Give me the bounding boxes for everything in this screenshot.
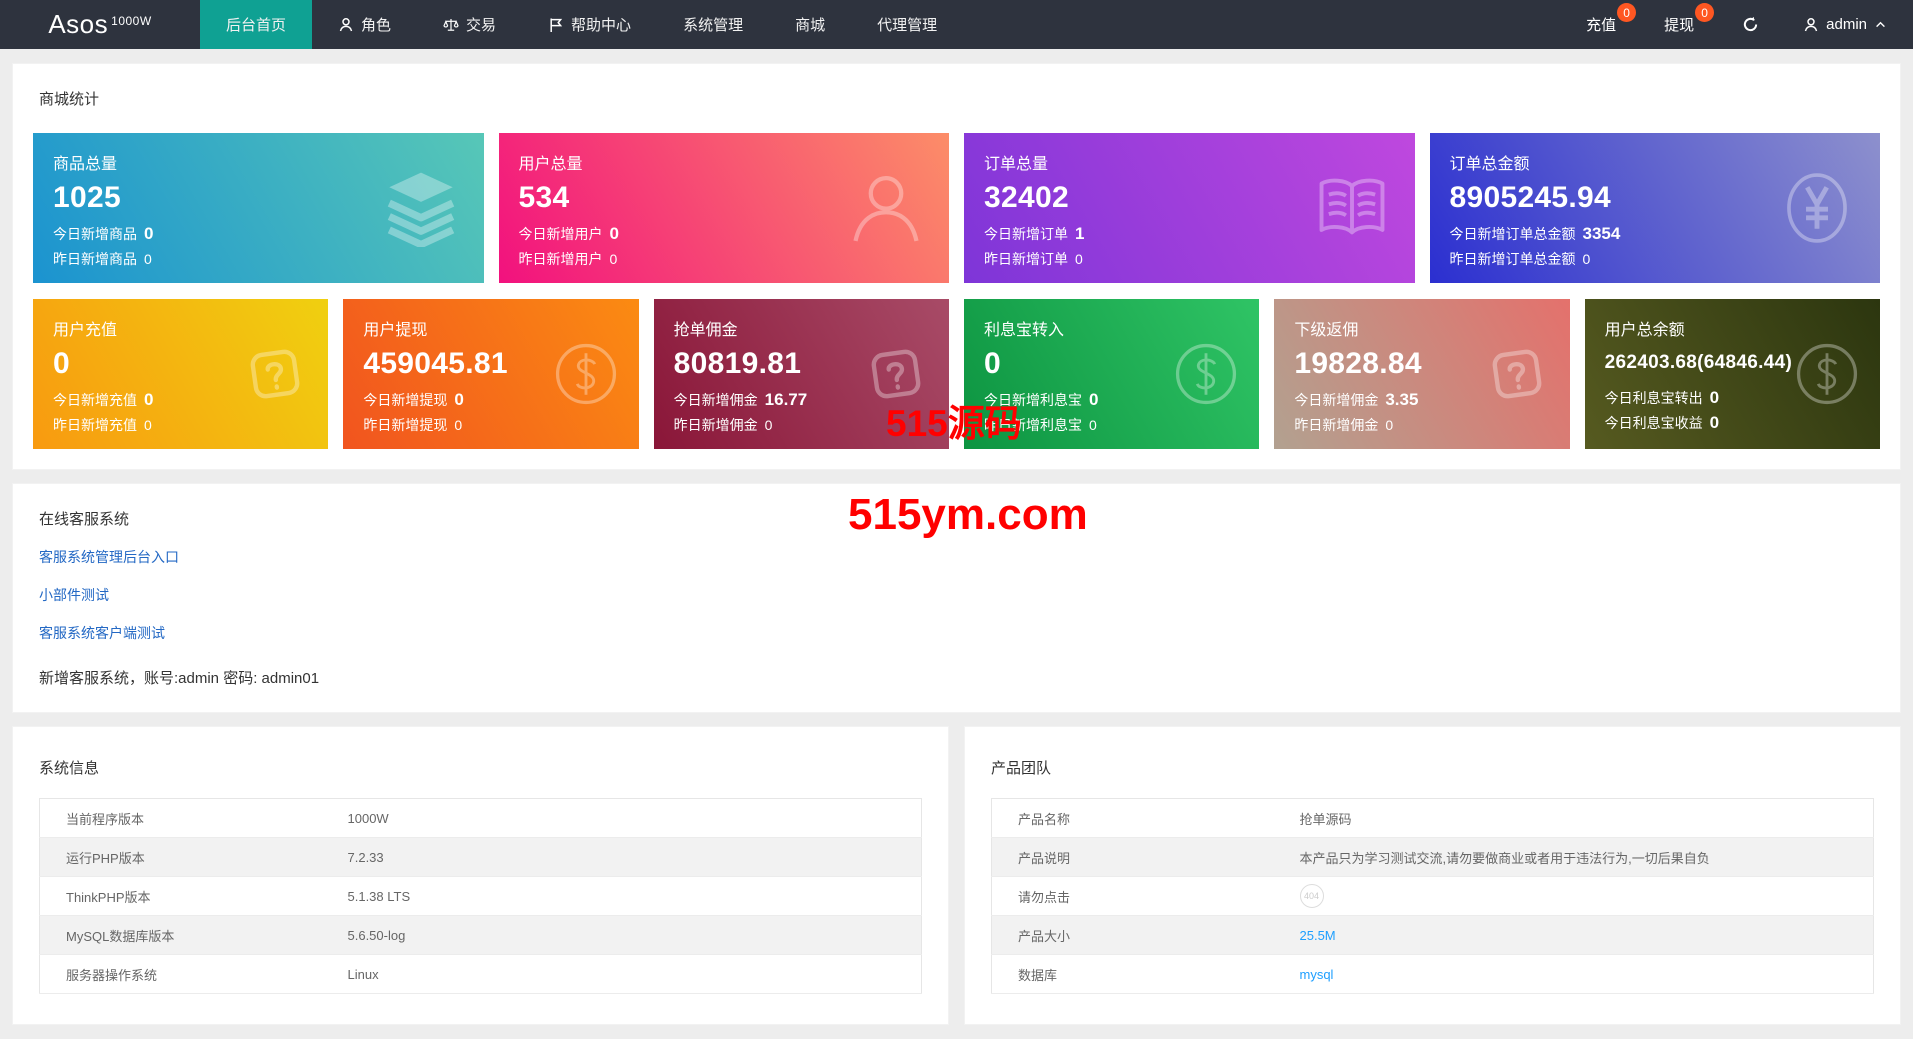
stat-card-user-balance-total: 用户总余额 262403.68(64846.44) 今日利息宝转出0 今日利息宝… [1585,299,1880,449]
table-row: ThinkPHP版本 5.1.38 LTS [40,877,922,916]
app-logo-text: Asos [48,9,108,40]
recharge-badge: 0 [1617,3,1636,22]
main-menu: 后台首页 角色 交易 帮助中心 系统管理 商城 代理管理 [200,0,963,49]
product-team-table: 产品名称 抢单源码 产品说明 本产品只为学习测试交流,请勿要做商业或者用于违法行… [991,798,1874,994]
flag-icon [548,17,564,33]
chevron-up-icon [1874,18,1887,31]
book-icon [1313,169,1391,247]
nav-item-trade[interactable]: 交易 [417,0,522,49]
stat-card-interest-transfer-in: 利息宝转入 0 今日新增利息宝0 昨日新增利息宝0 [964,299,1259,449]
product-team-panel: 产品团队 产品名称 抢单源码 产品说明 本产品只为学习测试交流,请勿要做商业或者… [964,726,1901,1025]
withdraw-button[interactable]: 提现 0 [1640,0,1718,49]
person-icon [1803,17,1819,33]
system-info-panel: 系统信息 当前程序版本 1000W 运行PHP版本 7.2.33 ThinkPH… [12,726,949,1025]
stats-row-1: 商品总量 1025 今日新增商品0 昨日新增商品0 用户总量 534 今日新增用… [33,133,1880,283]
top-navbar: Asos1000W 后台首页 角色 交易 帮助中心 系统管理 商城 代理管理 充… [0,0,1913,49]
refresh-icon [1742,16,1759,33]
nav-item-dashboard[interactable]: 后台首页 [200,0,312,49]
table-row: MySQL数据库版本 5.6.50-log [40,916,922,955]
question-square-icon [240,339,310,409]
nav-item-system-management[interactable]: 系统管理 [657,0,769,49]
layers-icon [382,169,460,247]
table-row: 产品名称 抢单源码 [992,799,1874,838]
navbar-right: 充值 0 提现 0 admin [1562,0,1913,49]
stat-card-orders-total: 订单总量 32402 今日新增订单1 昨日新增订单0 [964,133,1415,283]
system-info-title: 系统信息 [39,757,922,778]
page-content: 商城统计 商品总量 1025 今日新增商品0 昨日新增商品0 用户总量 534 … [0,49,1913,1039]
dollar-circle-icon [551,339,621,409]
service-admin-entry-link[interactable]: 客服系统管理后台入口 [39,547,179,567]
mall-stats-title: 商城统计 [39,88,1880,109]
product-team-title: 产品团队 [991,757,1874,778]
username: admin [1826,16,1867,33]
product-size-link[interactable]: 25.5M [1300,928,1336,943]
service-account-note: 新增客服系统，账号:admin 密码: admin01 [39,667,1874,688]
app-logo-version: 1000W [111,14,152,28]
question-square-icon [861,339,931,409]
user-menu[interactable]: admin [1783,0,1913,49]
table-row: 数据库 mysql [992,955,1874,994]
refresh-button[interactable] [1718,0,1783,49]
table-row: 运行PHP版本 7.2.33 [40,838,922,877]
dollar-circle-icon [1792,339,1862,409]
online-service-panel: 在线客服系统 客服系统管理后台入口 小部件测试 客服系统客户端测试 新增客服系统… [12,483,1901,713]
system-info-table: 当前程序版本 1000W 运行PHP版本 7.2.33 ThinkPHP版本 5… [39,798,922,994]
stats-row-2: 用户充值 0 今日新增充值0 昨日新增充值0 用户提现 459045.81 今日… [33,299,1880,449]
withdraw-badge: 0 [1695,3,1714,22]
bottom-panels: 系统信息 当前程序版本 1000W 运行PHP版本 7.2.33 ThinkPH… [12,726,1901,1025]
recharge-button[interactable]: 充值 0 [1562,0,1640,49]
yen-circle-icon [1778,169,1856,247]
stat-card-order-commission: 抢单佣金 80819.81 今日新增佣金16.77 昨日新增佣金0 [654,299,949,449]
stat-card-subordinate-rebate: 下级返佣 19828.84 今日新增佣金3.35 昨日新增佣金0 [1274,299,1569,449]
service-client-test-link[interactable]: 客服系统客户端测试 [39,623,165,643]
stat-card-users-total: 用户总量 534 今日新增用户0 昨日新增用户0 [499,133,950,283]
service-links: 客服系统管理后台入口 小部件测试 客服系统客户端测试 [39,547,1874,643]
dollar-circle-icon [1171,339,1241,409]
nav-item-agent-management[interactable]: 代理管理 [851,0,963,49]
online-service-title: 在线客服系统 [39,508,1874,529]
table-row: 产品说明 本产品只为学习测试交流,请勿要做商业或者用于违法行为,一切后果自负 [992,838,1874,877]
nav-item-roles[interactable]: 角色 [312,0,417,49]
app-logo[interactable]: Asos1000W [0,0,200,49]
table-row: 产品大小 25.5M [992,916,1874,955]
scales-icon [443,17,459,33]
widget-test-link[interactable]: 小部件测试 [39,585,109,605]
table-row: 服务器操作系统 Linux [40,955,922,994]
person-icon [338,17,354,33]
table-row: 请勿点击 404 [992,877,1874,916]
nav-item-mall[interactable]: 商城 [769,0,851,49]
stat-card-user-recharge: 用户充值 0 今日新增充值0 昨日新增充值0 [33,299,328,449]
stat-card-goods-total: 商品总量 1025 今日新增商品0 昨日新增商品0 [33,133,484,283]
question-square-icon [1482,339,1552,409]
stat-card-user-withdraw: 用户提现 459045.81 今日新增提现0 昨日新增提现0 [343,299,638,449]
table-row: 当前程序版本 1000W [40,799,922,838]
user-icon [847,169,925,247]
stat-card-order-amount-total: 订单总金额 8905245.94 今日新增订单总金额3354 昨日新增订单总金额… [1430,133,1881,283]
404-icon[interactable]: 404 [1300,884,1324,908]
nav-item-help-center[interactable]: 帮助中心 [522,0,657,49]
mall-stats-panel: 商城统计 商品总量 1025 今日新增商品0 昨日新增商品0 用户总量 534 … [12,63,1901,470]
database-link[interactable]: mysql [1300,967,1334,982]
